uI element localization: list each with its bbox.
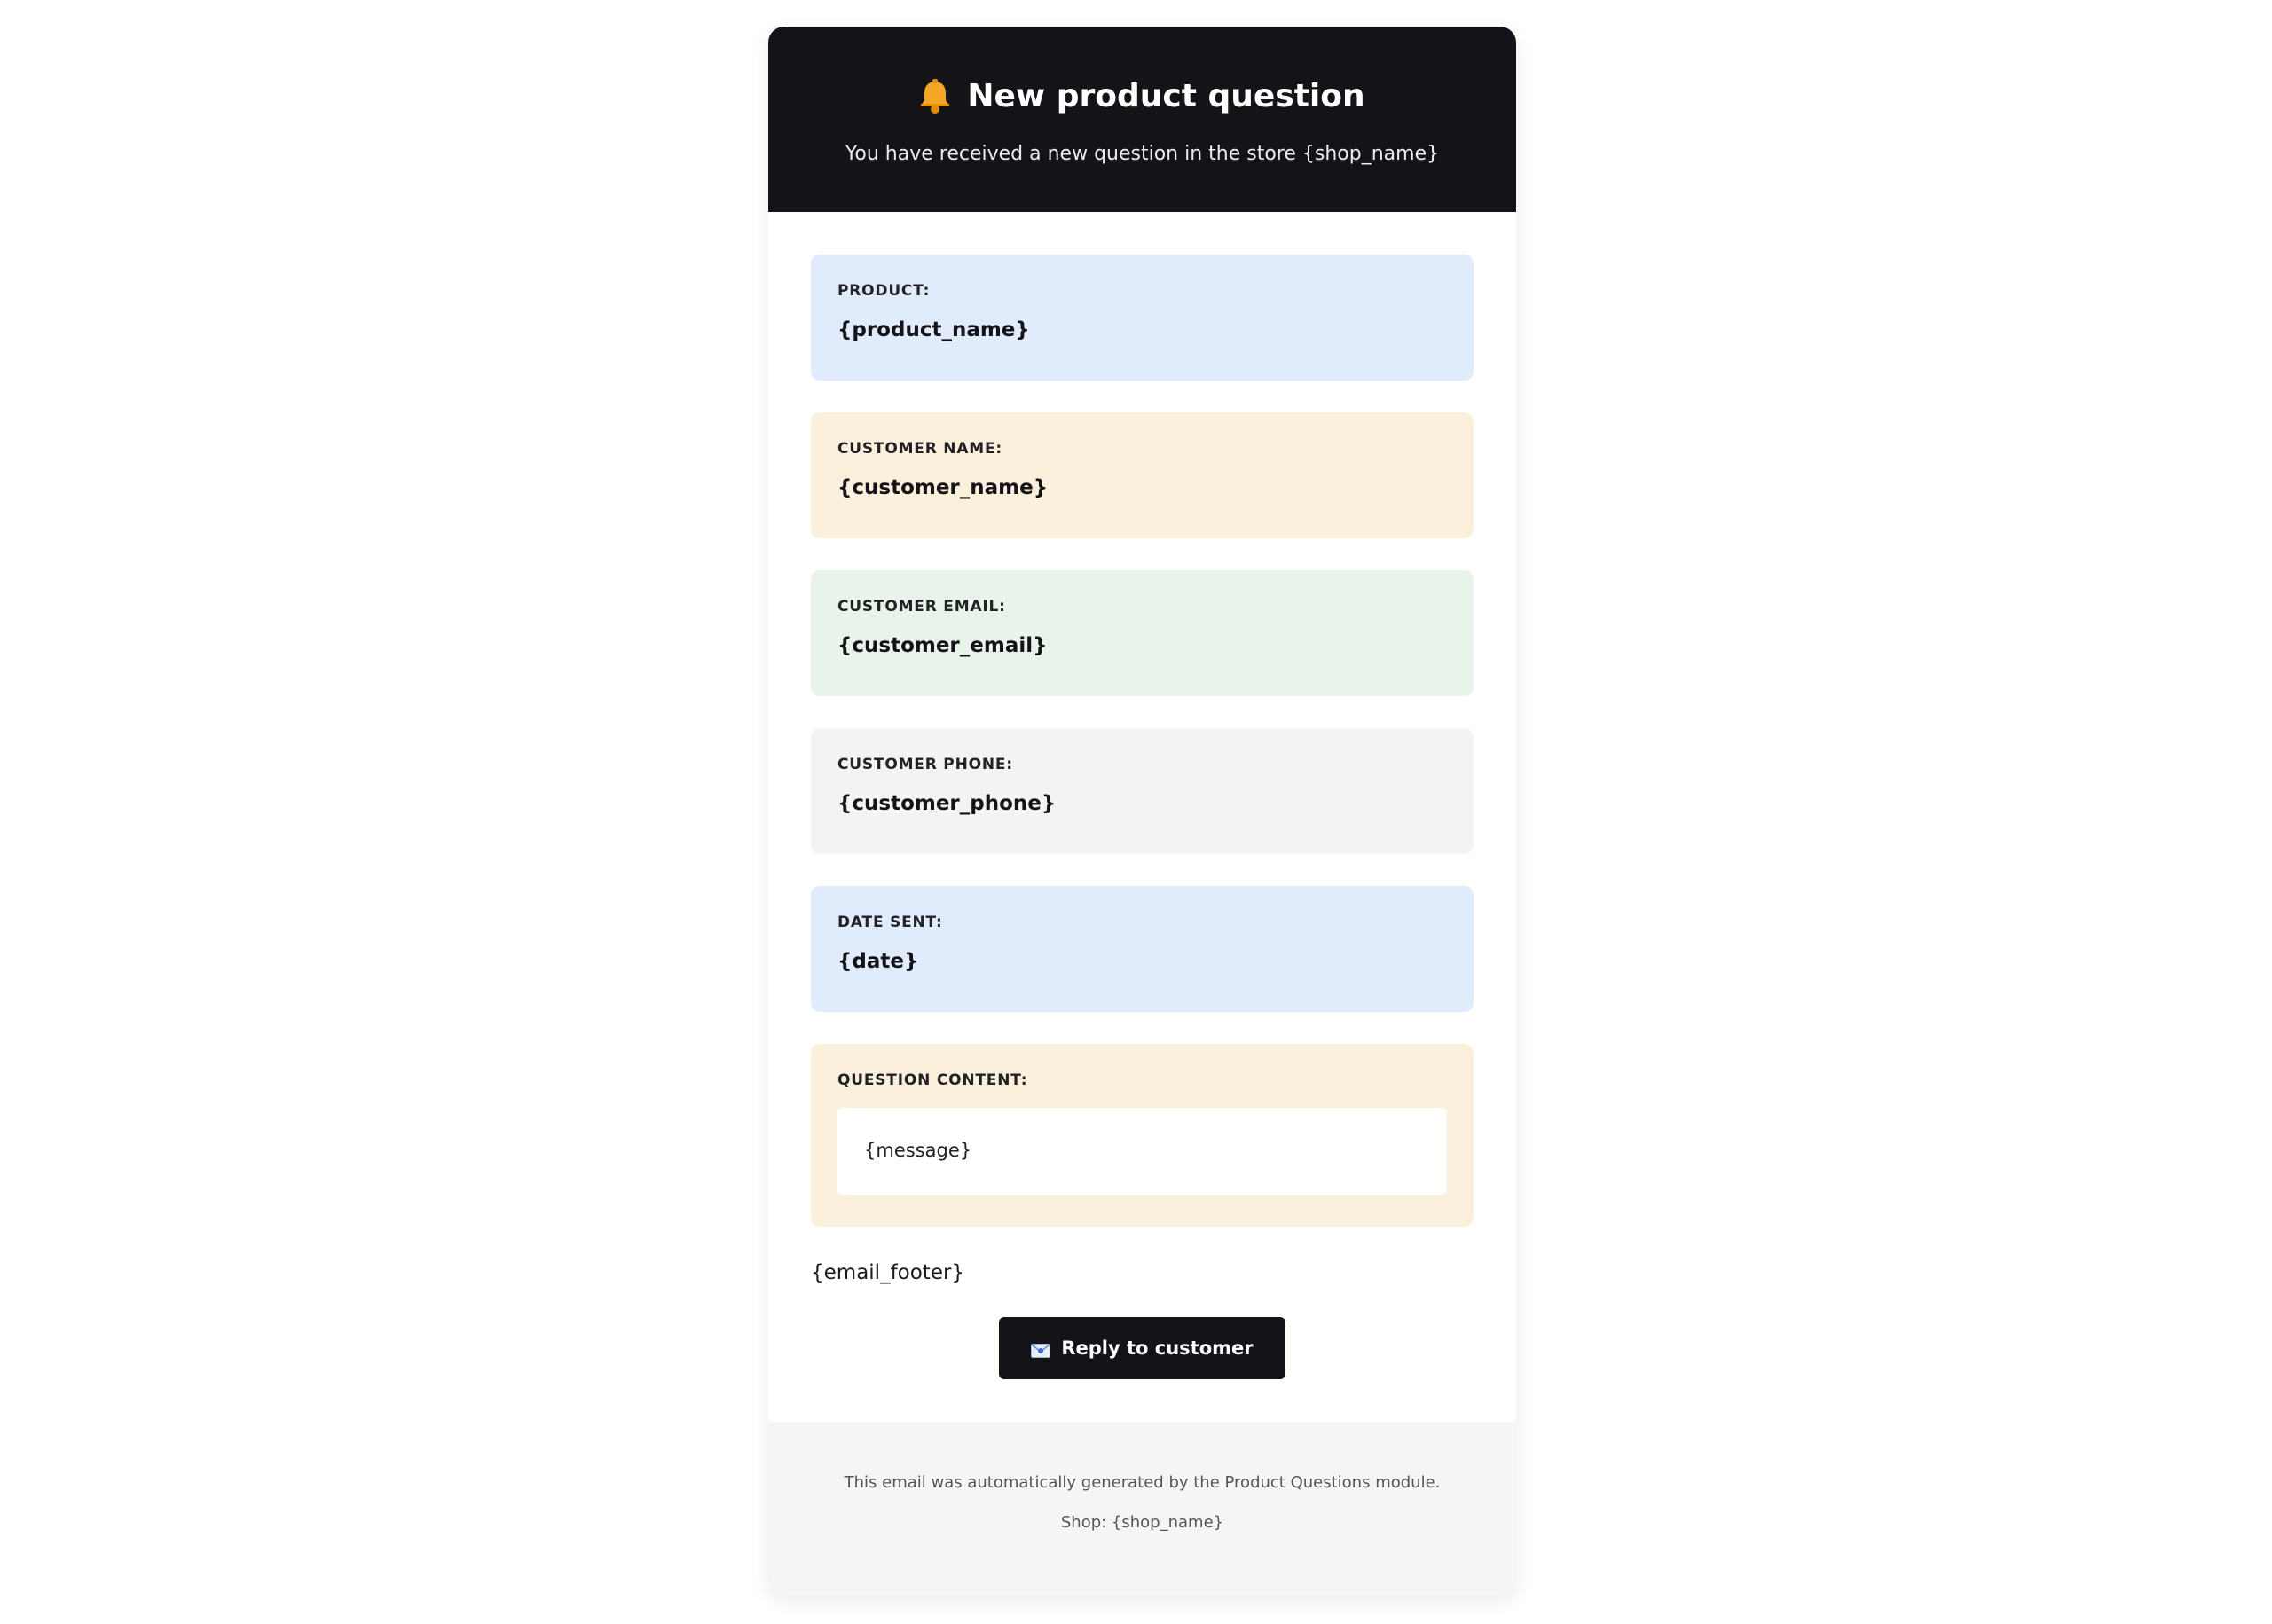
page-title: New product question bbox=[967, 78, 1365, 114]
customer-phone-field: CUSTOMER PHONE: {customer_phone} bbox=[811, 728, 1474, 854]
reply-button-label: Reply to customer bbox=[1061, 1338, 1254, 1359]
email-card: New product question You have received a… bbox=[768, 27, 1516, 1596]
customer-phone-label: CUSTOMER PHONE: bbox=[837, 756, 1013, 773]
reply-button-wrap: Reply to customer bbox=[811, 1317, 1474, 1379]
customer-name-field: CUSTOMER NAME: {customer_name} bbox=[811, 412, 1474, 538]
question-content-field: QUESTION CONTENT: {message} bbox=[811, 1044, 1474, 1227]
product-value: {product_name} bbox=[837, 318, 1030, 341]
envelope-icon bbox=[1031, 1341, 1051, 1358]
footer-generated-note: This email was automatically generated b… bbox=[844, 1473, 1441, 1492]
customer-email-label: CUSTOMER EMAIL: bbox=[837, 598, 1006, 616]
bell-icon bbox=[919, 79, 951, 114]
customer-name-value: {customer_name} bbox=[837, 476, 1049, 499]
date-sent-label: DATE SENT: bbox=[837, 914, 943, 931]
question-content-label: QUESTION CONTENT: bbox=[837, 1071, 1028, 1089]
reply-to-customer-button[interactable]: Reply to customer bbox=[999, 1317, 1285, 1379]
header-subtitle: You have received a new question in the … bbox=[845, 143, 1440, 165]
customer-email-value: {customer_email} bbox=[837, 634, 1048, 657]
date-sent-value: {date} bbox=[837, 950, 919, 973]
email-system-footer: This email was automatically generated b… bbox=[768, 1422, 1516, 1596]
email-content: PRODUCT: {product_name} CUSTOMER NAME: {… bbox=[768, 212, 1516, 1422]
customer-name-label: CUSTOMER NAME: bbox=[837, 440, 1003, 458]
date-sent-field: DATE SENT: {date} bbox=[811, 886, 1474, 1012]
customer-phone-value: {customer_phone} bbox=[837, 792, 1057, 815]
email-header: New product question You have received a… bbox=[768, 27, 1516, 212]
product-label: PRODUCT: bbox=[837, 282, 931, 300]
email-footer-placeholder: {email_footer} bbox=[811, 1261, 965, 1284]
customer-email-field: CUSTOMER EMAIL: {customer_email} bbox=[811, 570, 1474, 696]
product-field: PRODUCT: {product_name} bbox=[811, 255, 1474, 381]
question-message-box: {message} bbox=[837, 1108, 1447, 1195]
header-title-row: New product question bbox=[768, 75, 1516, 119]
footer-shop-name: Shop: {shop_name} bbox=[1060, 1513, 1224, 1532]
